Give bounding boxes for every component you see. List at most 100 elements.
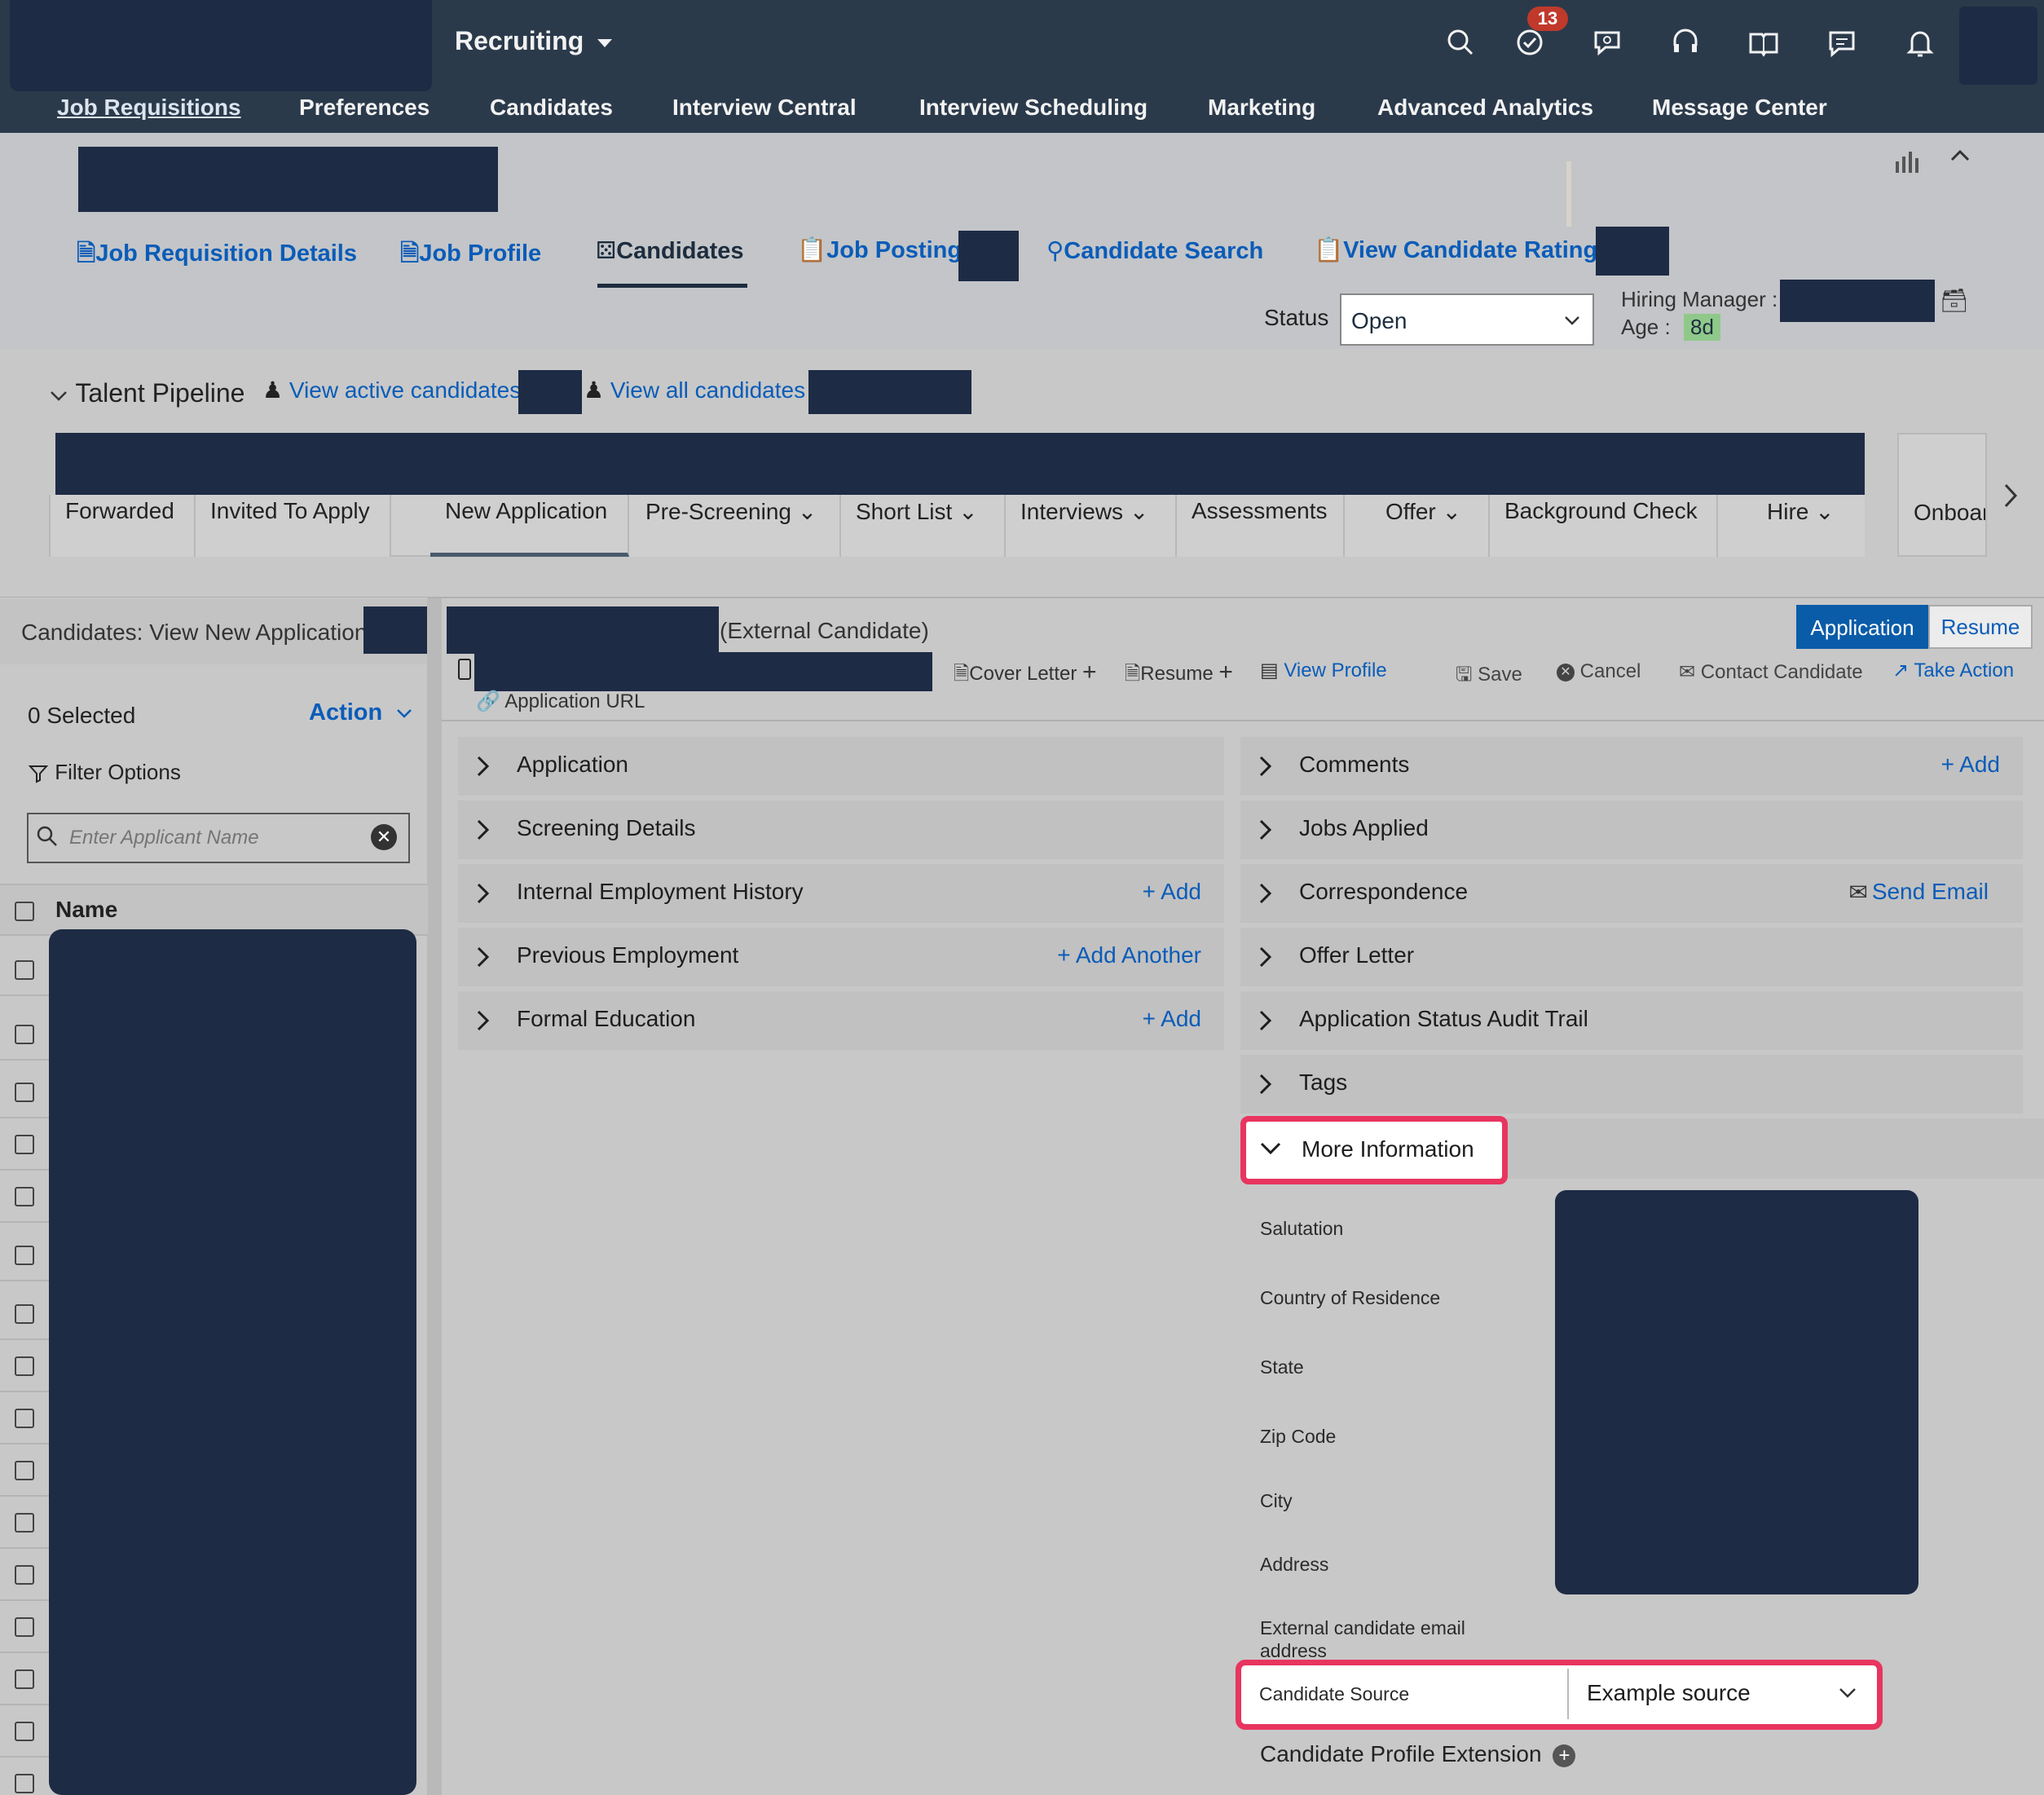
section-action-link[interactable]: + Add xyxy=(1143,879,1201,905)
filter-options-button[interactable]: Filter Options xyxy=(28,760,181,785)
collapse-header-icon[interactable] xyxy=(1948,143,1972,168)
candidate-row-checkbox[interactable] xyxy=(15,1617,34,1637)
more-information-section[interactable]: More Information xyxy=(1240,1116,1508,1184)
select-all-checkbox[interactable] xyxy=(15,902,34,921)
section-formal-education[interactable]: Formal Education + Add xyxy=(458,991,1224,1050)
search-icon[interactable] xyxy=(1443,24,1478,60)
candidate-source-select[interactable]: Example source xyxy=(1567,1669,1875,1719)
cover-letter-button[interactable]: 🗎Cover Letter + xyxy=(954,659,1097,693)
pipeline-scroll-right[interactable] xyxy=(1987,433,2034,557)
candidate-row-checkbox[interactable] xyxy=(15,1356,34,1376)
field-city-label: City xyxy=(1260,1490,1293,1511)
tab-job-profile[interactable]: 🗎Job Profile xyxy=(400,236,541,276)
section-internal-employment-history[interactable]: Internal Employment History + Add xyxy=(458,864,1224,923)
section-application[interactable]: Application xyxy=(458,737,1224,796)
applicant-search-box[interactable]: ✕ xyxy=(27,813,410,863)
contact-candidate-button[interactable]: ✉ Contact Candidate xyxy=(1679,660,1863,684)
section-offer-letter[interactable]: Offer Letter xyxy=(1240,928,2023,986)
resume-toggle-button[interactable]: Resume xyxy=(1928,605,2033,649)
nav-interview-central[interactable]: Interview Central xyxy=(672,95,857,121)
nav-job-requisitions[interactable]: Job Requisitions xyxy=(57,95,241,121)
panel-splitter[interactable] xyxy=(427,598,442,1795)
nav-advanced-analytics[interactable]: Advanced Analytics xyxy=(1377,95,1593,121)
nav-message-center[interactable]: Message Center xyxy=(1652,95,1827,121)
stage-short-list[interactable]: Short List ⌄ xyxy=(841,495,1006,557)
candidate-row-checkbox[interactable] xyxy=(15,1135,34,1154)
user-avatar[interactable] xyxy=(1959,7,2037,85)
section-action-link[interactable]: Send Email xyxy=(1872,879,1989,905)
tab-candidate-search[interactable]: ⚲Candidate Search xyxy=(1046,236,1263,265)
nav-marketing[interactable]: Marketing xyxy=(1208,95,1315,121)
section-tags[interactable]: Tags xyxy=(1240,1055,2023,1114)
candidate-type: (External Candidate) xyxy=(720,618,929,643)
cancel-button[interactable]: ✕ Cancel xyxy=(1557,660,1641,683)
stage-background-check[interactable]: Background Check xyxy=(1490,495,1718,557)
nav-interview-scheduling[interactable]: Interview Scheduling xyxy=(919,95,1148,121)
section-comments[interactable]: Comments + Add xyxy=(1240,737,2023,796)
analytics-icon[interactable] xyxy=(1892,147,1922,176)
stage-label: Short List xyxy=(856,499,953,524)
chat-icon[interactable] xyxy=(1589,24,1625,60)
stage-invited-to-apply[interactable]: Invited To Apply xyxy=(196,495,391,557)
view-profile-link[interactable]: ▤ View Profile xyxy=(1260,659,1387,682)
section-screening-details[interactable]: Screening Details xyxy=(458,800,1224,859)
contact-card-icon[interactable]: 🗃 xyxy=(1940,287,1969,314)
candidate-row-checkbox[interactable] xyxy=(15,1461,34,1480)
stage-interviews[interactable]: Interviews ⌄ xyxy=(1006,495,1177,557)
tab-job-requisition-details[interactable]: 🗎Job Requisition Details xyxy=(77,236,357,276)
tab-view-candidate-ratings[interactable]: 📋View Candidate Ratings xyxy=(1314,236,1610,264)
candidate-row-checkbox[interactable] xyxy=(15,1409,34,1428)
application-url-link[interactable]: 🔗 Application URL xyxy=(476,690,645,713)
section-application-status-audit-trail[interactable]: Application Status Audit Trail xyxy=(1240,991,2023,1050)
more-information-title: More Information xyxy=(1302,1136,1474,1162)
stage-pre-screening[interactable]: Pre-Screening ⌄ xyxy=(629,495,841,557)
take-action-button[interactable]: ↗ Take Action xyxy=(1892,659,2014,682)
candidate-row-checkbox[interactable] xyxy=(15,1669,34,1689)
app-menu[interactable]: Recruiting xyxy=(455,26,613,56)
section-previous-employment[interactable]: Previous Employment + Add Another xyxy=(458,928,1224,986)
section-jobs-applied[interactable]: Jobs Applied xyxy=(1240,800,2023,859)
talent-pipeline-toggle[interactable]: Talent Pipeline xyxy=(49,378,244,408)
candidate-row-checkbox[interactable] xyxy=(15,1513,34,1533)
resume-button[interactable]: 🗎Resume + xyxy=(1125,659,1233,693)
candidate-row-checkbox[interactable] xyxy=(15,1083,34,1102)
section-label: Application Status Audit Trail xyxy=(1299,1006,1588,1031)
feedback-icon[interactable] xyxy=(1824,24,1860,60)
add-circle-icon[interactable]: + xyxy=(1553,1744,1576,1767)
view-all-candidates-link[interactable]: ♟ View all candidates xyxy=(584,377,805,404)
stage-forwarded[interactable]: Forwarded xyxy=(51,495,196,557)
view-active-candidates-link[interactable]: ♟ View active candidates xyxy=(262,377,521,404)
stage-onboarding[interactable]: Onboar xyxy=(1897,433,1987,557)
save-button[interactable]: 🖫 Save xyxy=(1456,660,1522,694)
candidate-row-checkbox[interactable] xyxy=(15,1025,34,1044)
applicant-search-input[interactable] xyxy=(69,824,346,852)
candidate-row-checkbox[interactable] xyxy=(15,1246,34,1265)
stage-offer[interactable]: Offer ⌄ xyxy=(1345,495,1490,557)
candidate-row-checkbox[interactable] xyxy=(15,1304,34,1324)
candidate-row-checkbox[interactable] xyxy=(15,1565,34,1585)
bell-icon[interactable] xyxy=(1902,24,1938,60)
section-action-link[interactable]: + Add xyxy=(1143,1006,1201,1032)
stage-assessments[interactable]: Assessments xyxy=(1177,495,1345,557)
guide-icon[interactable] xyxy=(1746,24,1782,60)
tab-job-postings[interactable]: 📋Job Postings xyxy=(797,236,975,264)
clear-search-icon[interactable]: ✕ xyxy=(371,824,397,850)
section-action-link[interactable]: + Add Another xyxy=(1057,942,1201,968)
support-icon[interactable] xyxy=(1667,24,1703,60)
candidate-row-checkbox[interactable] xyxy=(15,1774,34,1793)
company-logo[interactable] xyxy=(10,0,432,91)
application-toggle-button[interactable]: Application xyxy=(1796,605,1928,649)
candidate-profile-extension[interactable]: Candidate Profile Extension + xyxy=(1260,1741,1576,1767)
stage-new-application[interactable]: New Application xyxy=(430,495,629,557)
stage-hire[interactable]: Hire ⌄ xyxy=(1718,495,1865,557)
candidate-row-checkbox[interactable] xyxy=(15,1722,34,1741)
section-correspondence[interactable]: Correspondence ✉ Send Email xyxy=(1240,864,2023,923)
tab-candidates[interactable]: ⚄Candidates xyxy=(596,236,744,265)
nav-preferences[interactable]: Preferences xyxy=(299,95,430,121)
nav-candidates[interactable]: Candidates xyxy=(490,95,613,121)
candidate-row-checkbox[interactable] xyxy=(15,1187,34,1206)
status-select[interactable]: Open xyxy=(1340,293,1594,346)
section-action-link[interactable]: + Add xyxy=(1941,752,2000,778)
candidate-row-checkbox[interactable] xyxy=(15,960,34,980)
action-menu-button[interactable]: Action xyxy=(309,699,413,726)
